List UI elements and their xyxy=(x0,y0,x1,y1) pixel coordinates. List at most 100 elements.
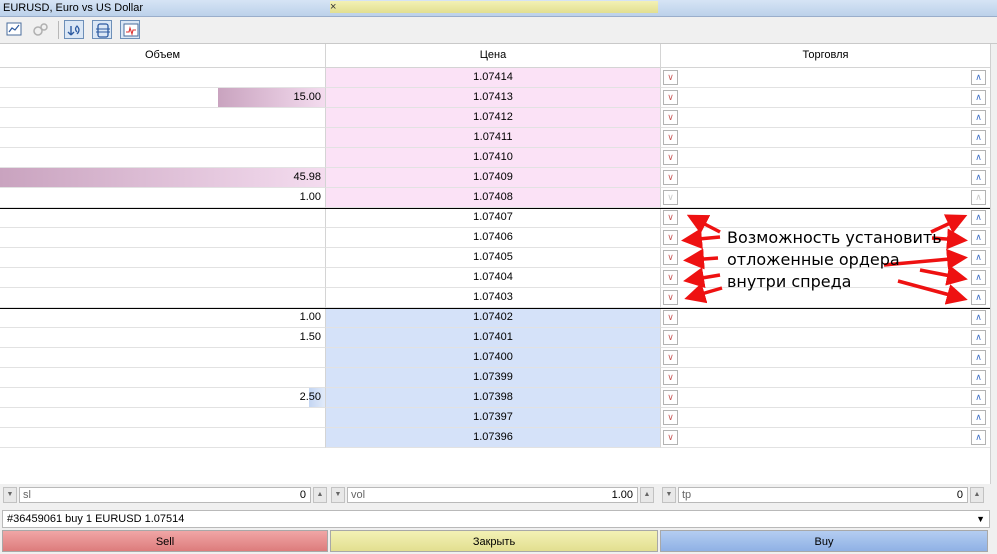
sell-limit-button[interactable]: ∨ xyxy=(663,230,678,245)
buy-limit-button[interactable]: ∧ xyxy=(971,230,986,245)
trade-cell: ∨ ∧ xyxy=(661,428,990,448)
sell-button[interactable]: Sell xyxy=(2,530,328,552)
buy-button[interactable]: Buy xyxy=(660,530,988,552)
sell-limit-button[interactable]: ∨ xyxy=(663,250,678,265)
volume-cell xyxy=(0,268,326,288)
toolbar-separator xyxy=(58,21,59,39)
vol-decrement-button[interactable]: ▼ xyxy=(331,487,345,503)
trade-cell: ∨ ∧ xyxy=(661,88,990,108)
price-cell[interactable]: 1.07401 xyxy=(326,328,661,348)
price-cell[interactable]: 1.07400 xyxy=(326,348,661,368)
volume-cell xyxy=(0,208,326,228)
price-row: 1.00 1.07408 ∨ ∧ xyxy=(0,188,990,208)
buy-limit-button[interactable]: ∧ xyxy=(971,110,986,125)
buy-limit-button[interactable]: ∧ xyxy=(971,210,986,225)
buy-limit-button[interactable]: ∧ xyxy=(971,90,986,105)
position-select[interactable]: #36459061 buy 1 EURUSD 1.07514 ▼ xyxy=(2,510,990,528)
sell-limit-button[interactable]: ∨ xyxy=(663,130,678,145)
buy-limit-button[interactable]: ∧ xyxy=(971,290,986,305)
buy-limit-button[interactable]: ∧ xyxy=(971,430,986,445)
tick-chart-icon[interactable] xyxy=(120,20,140,39)
sell-limit-button[interactable]: ∨ xyxy=(663,70,678,85)
sell-limit-button[interactable]: ∨ xyxy=(663,150,678,165)
volume-value: 2.50 xyxy=(299,391,321,403)
tp-field[interactable]: tp 0 xyxy=(678,487,968,503)
sell-limit-button[interactable]: ∨ xyxy=(663,410,678,425)
trade-cell: ∨ ∧ xyxy=(661,288,990,308)
vol-increment-button[interactable]: ▲ xyxy=(640,487,654,503)
buy-limit-button[interactable]: ∧ xyxy=(971,350,986,365)
price-cell[interactable]: 1.07402 xyxy=(326,308,661,328)
sl-field[interactable]: sl 0 xyxy=(19,487,311,503)
buy-limit-button[interactable]: ∧ xyxy=(971,130,986,145)
sell-limit-button[interactable]: ∨ xyxy=(663,170,678,185)
trade-cell: ∨ ∧ xyxy=(661,128,990,148)
sell-limit-button[interactable]: ∨ xyxy=(663,110,678,125)
buy-limit-button[interactable]: ∧ xyxy=(971,150,986,165)
price-row: 1.07410 ∨ ∧ xyxy=(0,148,990,168)
tp-increment-button[interactable]: ▲ xyxy=(970,487,984,503)
buy-limit-button[interactable]: ∧ xyxy=(971,250,986,265)
volume-cell: 1.50 xyxy=(0,328,326,348)
volume-cell xyxy=(0,368,326,388)
trade-cell: ∨ ∧ xyxy=(661,368,990,388)
price-cell[interactable]: 1.07404 xyxy=(326,268,661,288)
vol-field[interactable]: vol 1.00 xyxy=(347,487,638,503)
sell-limit-button[interactable]: ∨ xyxy=(663,90,678,105)
volume-column-header[interactable]: Объем xyxy=(0,44,326,68)
buy-limit-button[interactable]: ∧ xyxy=(971,310,986,325)
sell-limit-button[interactable]: ∨ xyxy=(663,350,678,365)
trade-column-header[interactable]: Торговля xyxy=(661,44,990,68)
sell-limit-button[interactable]: ∨ xyxy=(663,330,678,345)
price-cell[interactable]: 1.07414 xyxy=(326,68,661,88)
price-row: 1.00 1.07402 ∨ ∧ xyxy=(0,308,990,328)
sell-limit-button[interactable]: ∨ xyxy=(663,210,678,225)
sell-limit-button[interactable]: ∨ xyxy=(663,270,678,285)
price-cell[interactable]: 1.07398 xyxy=(326,388,661,408)
price-cell[interactable]: 1.07399 xyxy=(326,368,661,388)
close-window-button[interactable]: × xyxy=(330,1,658,13)
price-cell[interactable]: 1.07413 xyxy=(326,88,661,108)
price-cell[interactable]: 1.07410 xyxy=(326,148,661,168)
trade-cell: ∨ ∧ xyxy=(661,168,990,188)
price-column-header[interactable]: Цена xyxy=(326,44,661,68)
price-cell[interactable]: 1.07408 xyxy=(326,188,661,208)
sl-increment-button[interactable]: ▲ xyxy=(313,487,327,503)
price-cell[interactable]: 1.07396 xyxy=(326,428,661,448)
buy-limit-button[interactable]: ∧ xyxy=(971,410,986,425)
price-cell[interactable]: 1.07407 xyxy=(326,208,661,228)
price-cell[interactable]: 1.07411 xyxy=(326,128,661,148)
price-cell[interactable]: 1.07397 xyxy=(326,408,661,428)
sl-decrement-button[interactable]: ▼ xyxy=(3,487,17,503)
price-cell[interactable]: 1.07403 xyxy=(326,288,661,308)
sell-limit-button[interactable]: ∨ xyxy=(663,370,678,385)
buy-limit-button[interactable]: ∧ xyxy=(971,170,986,185)
buy-limit-button[interactable]: ∧ xyxy=(971,370,986,385)
center-spread-icon[interactable] xyxy=(92,20,112,39)
price-cell[interactable]: 1.07409 xyxy=(326,168,661,188)
buy-limit-button[interactable]: ∧ xyxy=(971,190,986,205)
chart-icon[interactable] xyxy=(4,20,24,39)
close-position-button[interactable]: Закрыть xyxy=(330,530,658,552)
order-params-bar: ▼ sl 0 ▲ ▼ vol 1.00 ▲ ▼ tp 0 ▲ xyxy=(0,485,997,507)
buy-limit-button[interactable]: ∧ xyxy=(971,390,986,405)
volume-cell xyxy=(0,148,326,168)
disabled-trade-icon[interactable] xyxy=(30,20,50,39)
sell-limit-button[interactable]: ∨ xyxy=(663,310,678,325)
sell-limit-button[interactable]: ∨ xyxy=(663,390,678,405)
buy-limit-button[interactable]: ∧ xyxy=(971,330,986,345)
tp-decrement-button[interactable]: ▼ xyxy=(662,487,676,503)
price-cell[interactable]: 1.07405 xyxy=(326,248,661,268)
volume-value: 15.00 xyxy=(293,91,321,103)
sell-limit-button[interactable]: ∨ xyxy=(663,290,678,305)
sell-limit-button[interactable]: ∨ xyxy=(663,430,678,445)
scroll-to-price-icon[interactable] xyxy=(64,20,84,39)
sell-limit-button[interactable]: ∨ xyxy=(663,190,678,205)
price-cell[interactable]: 1.07412 xyxy=(326,108,661,128)
volume-cell: 15.00 xyxy=(0,88,326,108)
volume-cell: 2.50 xyxy=(0,388,326,408)
buy-limit-button[interactable]: ∧ xyxy=(971,270,986,285)
volume-value: 45.98 xyxy=(293,171,321,183)
buy-limit-button[interactable]: ∧ xyxy=(971,70,986,85)
price-cell[interactable]: 1.07406 xyxy=(326,228,661,248)
